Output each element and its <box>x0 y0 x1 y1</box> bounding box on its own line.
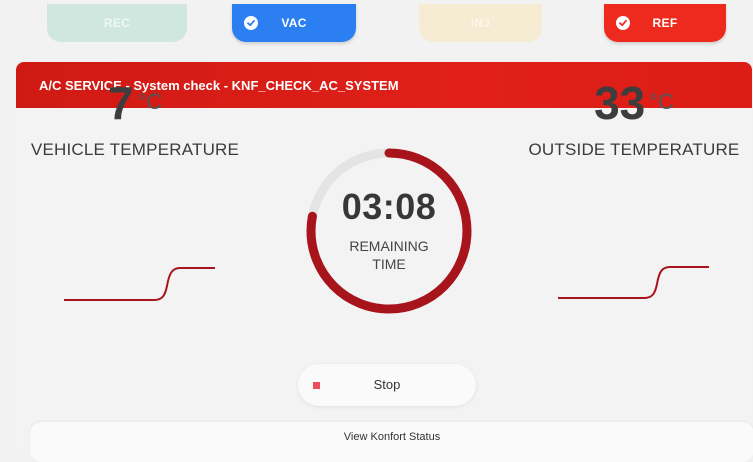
step-rec[interactable]: REC <box>47 4 187 42</box>
step-inj[interactable]: INJ <box>419 4 542 42</box>
vehicle-temperature-trend <box>64 267 215 301</box>
remaining-time-label-line1: REMAINING <box>349 238 429 254</box>
outside-temperature: 33 °C OUTSIDE TEMPERATURE <box>522 80 746 160</box>
check-circle-icon <box>616 16 630 30</box>
step-vac-label: VAC <box>281 16 307 30</box>
step-ref[interactable]: REF <box>604 4 726 42</box>
outside-temperature-label: OUTSIDE TEMPERATURE <box>528 140 740 159</box>
outside-temperature-trend <box>558 266 709 299</box>
remaining-time-label-line2: TIME <box>372 256 406 272</box>
outside-temperature-reading: 33 °C <box>522 80 746 126</box>
vehicle-temperature: 7 °C VEHICLE TEMPERATURE <box>22 80 248 160</box>
step-rec-label: REC <box>103 16 131 30</box>
step-inj-label: INJ <box>470 16 491 30</box>
step-ref-label: REF <box>652 16 678 30</box>
stop-button[interactable]: Stop <box>298 364 476 406</box>
vehicle-temperature-label: VEHICLE TEMPERATURE <box>30 140 240 159</box>
vehicle-temperature-value: 7 <box>107 77 134 129</box>
stop-button-label: Stop <box>373 377 401 392</box>
remaining-time-value: 03:08 <box>341 186 437 227</box>
step-vac[interactable]: VAC <box>232 4 356 42</box>
check-circle-icon <box>244 16 258 30</box>
outside-temperature-unit: °C <box>649 89 674 114</box>
outside-temperature-value: 33 <box>594 77 646 129</box>
remaining-time-gauge: 03:08 REMAINING TIME <box>291 138 487 324</box>
remaining-time-label: REMAINING TIME <box>291 237 487 273</box>
vehicle-temperature-unit: °C <box>137 89 163 114</box>
step-bar: REC VAC INJ REF <box>0 0 753 44</box>
view-konfort-status-label: View Konfort Status <box>343 431 441 443</box>
vehicle-temperature-reading: 7 °C <box>22 80 248 126</box>
remaining-time-ring <box>306 148 472 314</box>
view-konfort-status-button[interactable]: View Konfort Status <box>30 422 753 462</box>
